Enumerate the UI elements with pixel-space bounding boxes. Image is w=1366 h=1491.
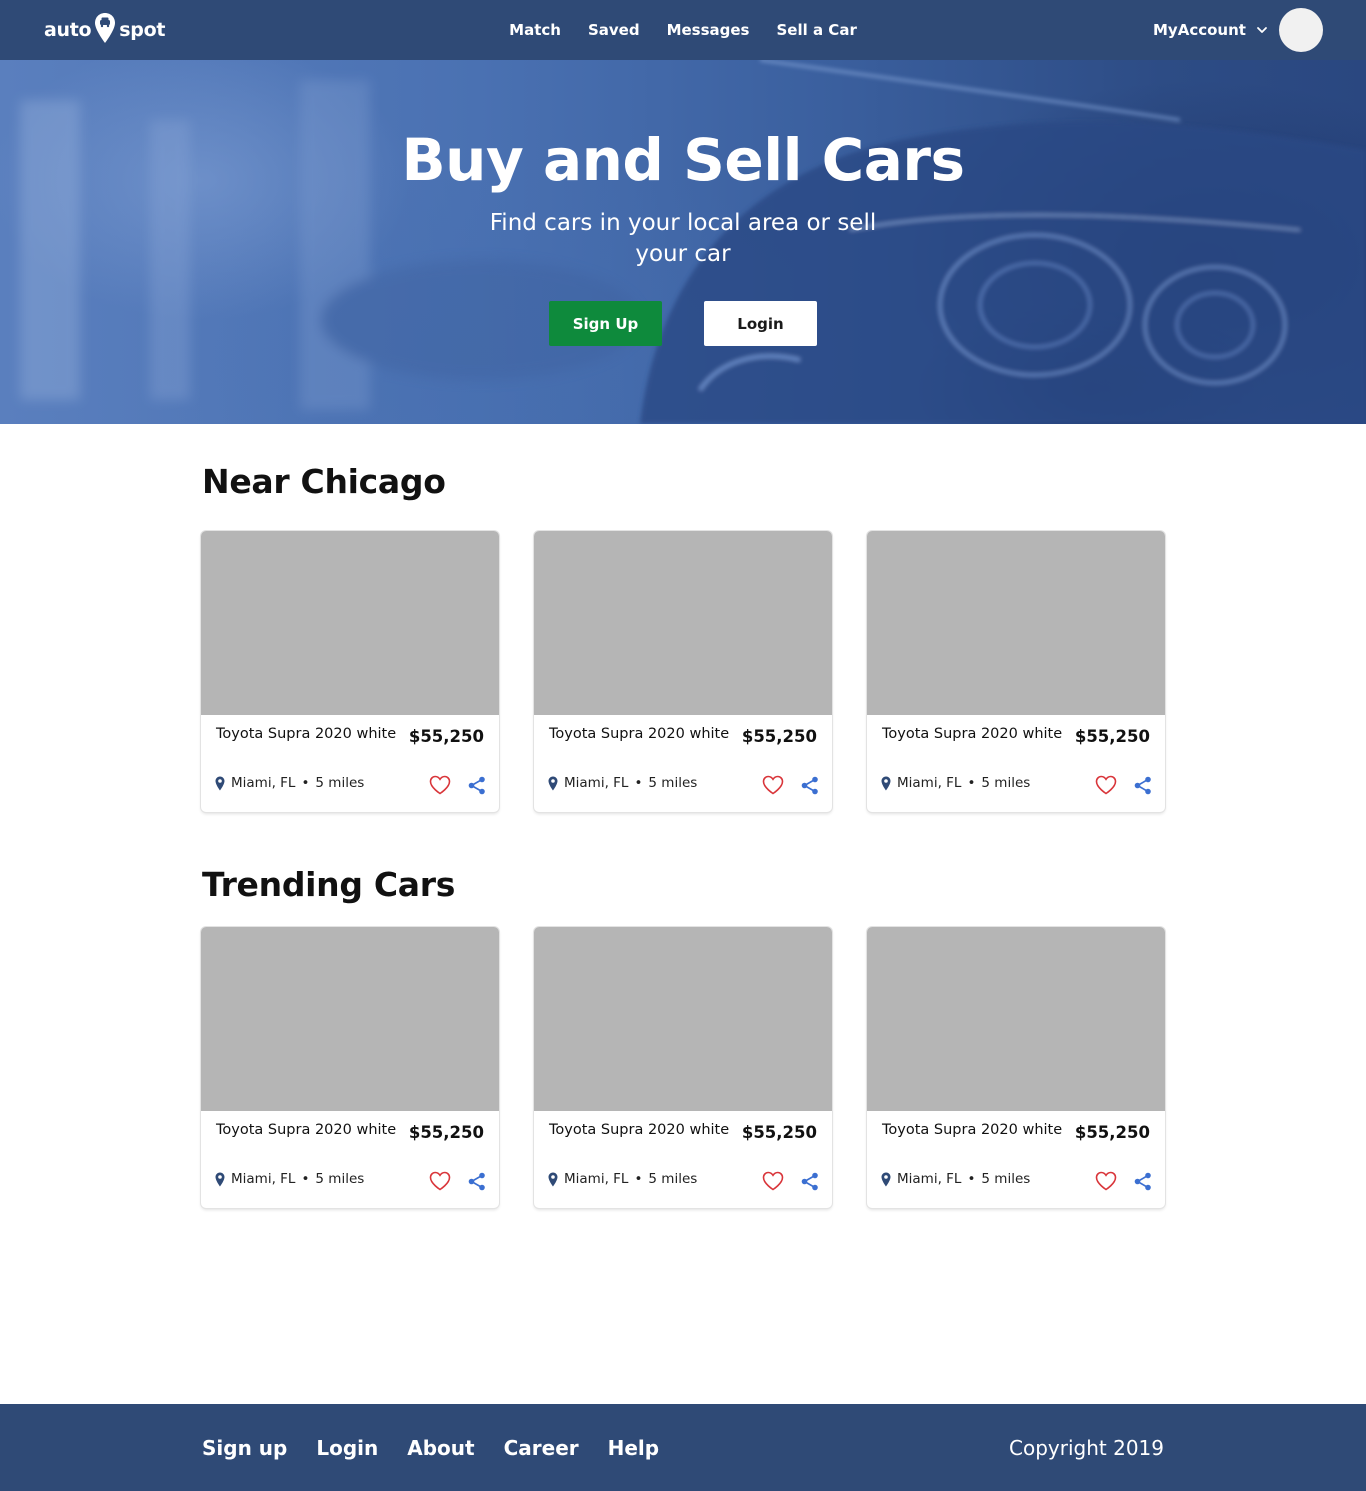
car-name: Toyota Supra 2020 white bbox=[882, 726, 1063, 742]
logo-text-auto: auto bbox=[44, 19, 92, 41]
nav-sell-a-car[interactable]: Sell a Car bbox=[776, 21, 856, 39]
separator-dot: • bbox=[301, 1171, 310, 1187]
car-price: $55,250 bbox=[1074, 1123, 1150, 1142]
distance-text: 5 miles bbox=[981, 775, 1031, 791]
location-text: Miami, FL bbox=[897, 1171, 962, 1187]
car-image-placeholder bbox=[534, 531, 832, 715]
footer-link-sign-up[interactable]: Sign up bbox=[202, 1436, 287, 1460]
heart-icon[interactable] bbox=[762, 1171, 784, 1191]
car-price: $55,250 bbox=[1074, 727, 1150, 746]
separator-dot: • bbox=[634, 1171, 643, 1187]
separator-dot: • bbox=[634, 775, 643, 791]
footer: Sign up Login About Career Help Copyrigh… bbox=[0, 1404, 1366, 1491]
car-name: Toyota Supra 2020 white bbox=[216, 1122, 397, 1138]
car-card[interactable]: Toyota Supra 2020 white $55,250 Miami, F… bbox=[867, 531, 1165, 812]
car-card[interactable]: Toyota Supra 2020 white $55,250 Miami, F… bbox=[201, 531, 499, 812]
distance-text: 5 miles bbox=[315, 775, 365, 791]
heart-icon[interactable] bbox=[1095, 775, 1117, 795]
car-card[interactable]: Toyota Supra 2020 white $55,250 Miami, F… bbox=[534, 927, 832, 1208]
map-pin-icon bbox=[881, 776, 891, 790]
separator-dot: • bbox=[967, 1171, 976, 1187]
nav-match[interactable]: Match bbox=[509, 21, 561, 39]
top-navbar: auto spot Match Saved Messages Sell a Ca… bbox=[0, 0, 1366, 60]
footer-link-help[interactable]: Help bbox=[608, 1436, 659, 1460]
map-pin-icon bbox=[548, 776, 558, 790]
map-pin-icon bbox=[881, 1172, 891, 1186]
nav-saved[interactable]: Saved bbox=[588, 21, 640, 39]
car-image-placeholder bbox=[867, 531, 1165, 715]
car-card[interactable]: Toyota Supra 2020 white $55,250 Miami, F… bbox=[867, 927, 1165, 1208]
car-name: Toyota Supra 2020 white bbox=[216, 726, 397, 742]
car-location: Miami, FL • 5 miles bbox=[881, 1171, 1030, 1187]
location-text: Miami, FL bbox=[231, 775, 296, 791]
footer-link-login[interactable]: Login bbox=[316, 1436, 378, 1460]
separator-dot: • bbox=[301, 775, 310, 791]
share-icon[interactable] bbox=[801, 1172, 819, 1191]
avatar[interactable] bbox=[1279, 8, 1323, 52]
location-text: Miami, FL bbox=[564, 775, 629, 791]
car-location: Miami, FL • 5 miles bbox=[548, 775, 697, 791]
location-text: Miami, FL bbox=[564, 1171, 629, 1187]
share-icon[interactable] bbox=[801, 776, 819, 795]
car-price: $55,250 bbox=[408, 727, 484, 746]
heart-icon[interactable] bbox=[429, 775, 451, 795]
car-location: Miami, FL • 5 miles bbox=[215, 775, 364, 791]
share-icon[interactable] bbox=[1134, 1172, 1152, 1191]
car-card[interactable]: Toyota Supra 2020 white $55,250 Miami, F… bbox=[534, 531, 832, 812]
car-image-placeholder bbox=[201, 927, 499, 1111]
car-price: $55,250 bbox=[741, 727, 817, 746]
login-button[interactable]: Login bbox=[704, 301, 817, 346]
distance-text: 5 miles bbox=[648, 1171, 698, 1187]
map-pin-icon bbox=[548, 1172, 558, 1186]
footer-link-about[interactable]: About bbox=[407, 1436, 474, 1460]
footer-link-career[interactable]: Career bbox=[504, 1436, 579, 1460]
share-icon[interactable] bbox=[468, 776, 486, 795]
location-text: Miami, FL bbox=[897, 775, 962, 791]
logo[interactable]: auto spot bbox=[44, 13, 165, 47]
car-price: $55,250 bbox=[741, 1123, 817, 1142]
section-title-trending-cars: Trending Cars bbox=[202, 865, 456, 904]
sign-up-button[interactable]: Sign Up bbox=[549, 301, 662, 346]
chevron-down-icon bbox=[1257, 27, 1267, 33]
location-text: Miami, FL bbox=[231, 1171, 296, 1187]
hero-subtitle: Find cars in your local area or sell you… bbox=[489, 210, 877, 267]
heart-icon[interactable] bbox=[762, 775, 784, 795]
car-image-placeholder bbox=[534, 927, 832, 1111]
distance-text: 5 miles bbox=[315, 1171, 365, 1187]
car-card[interactable]: Toyota Supra 2020 white $55,250 Miami, F… bbox=[201, 927, 499, 1208]
distance-text: 5 miles bbox=[981, 1171, 1031, 1187]
share-icon[interactable] bbox=[1134, 776, 1152, 795]
car-image-placeholder bbox=[201, 531, 499, 715]
hero-banner: Buy and Sell Cars Find cars in your loca… bbox=[0, 60, 1366, 424]
separator-dot: • bbox=[967, 775, 976, 791]
my-account-label: MyAccount bbox=[1153, 21, 1246, 39]
section-title-near-chicago: Near Chicago bbox=[202, 462, 446, 501]
hero-title: Buy and Sell Cars bbox=[401, 126, 965, 194]
copyright-text: Copyright 2019 bbox=[1009, 1435, 1164, 1460]
car-image-placeholder bbox=[867, 927, 1165, 1111]
share-icon[interactable] bbox=[468, 1172, 486, 1191]
distance-text: 5 miles bbox=[648, 775, 698, 791]
logo-text-spot: spot bbox=[119, 19, 166, 41]
car-name: Toyota Supra 2020 white bbox=[549, 726, 730, 742]
car-name: Toyota Supra 2020 white bbox=[549, 1122, 730, 1138]
car-location-pin-icon bbox=[95, 13, 116, 43]
car-location: Miami, FL • 5 miles bbox=[548, 1171, 697, 1187]
my-account-menu[interactable]: MyAccount bbox=[1153, 0, 1268, 60]
map-pin-icon bbox=[215, 776, 225, 790]
heart-icon[interactable] bbox=[1095, 1171, 1117, 1191]
car-price: $55,250 bbox=[408, 1123, 484, 1142]
map-pin-icon bbox=[215, 1172, 225, 1186]
car-location: Miami, FL • 5 miles bbox=[215, 1171, 364, 1187]
heart-icon[interactable] bbox=[429, 1171, 451, 1191]
footer-links: Sign up Login About Career Help bbox=[202, 1404, 659, 1491]
nav-messages[interactable]: Messages bbox=[667, 21, 750, 39]
car-name: Toyota Supra 2020 white bbox=[882, 1122, 1063, 1138]
car-location: Miami, FL • 5 miles bbox=[881, 775, 1030, 791]
